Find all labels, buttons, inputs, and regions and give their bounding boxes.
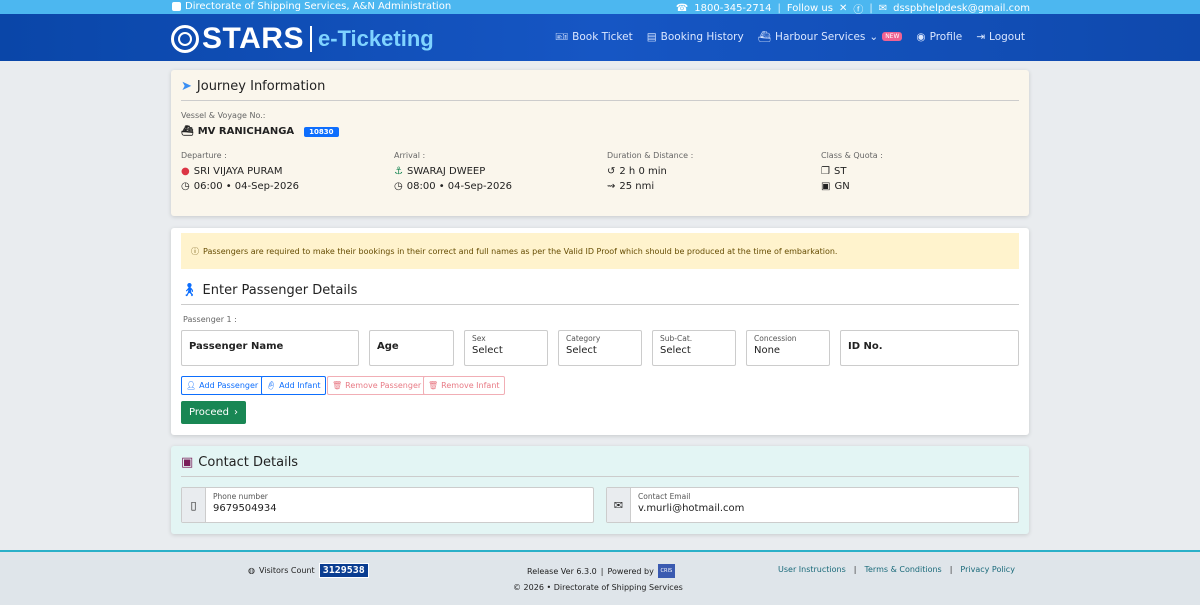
category-select[interactable]: Category Select bbox=[558, 330, 642, 366]
trash-icon: 🗑︎ bbox=[428, 381, 439, 390]
add-infant-button[interactable]: 👶︎ Add Infant bbox=[261, 376, 326, 395]
proceed-button[interactable]: Proceed › bbox=[181, 401, 246, 424]
clock-icon: ◷ bbox=[181, 181, 190, 192]
navigation-arrow-icon: ➤ bbox=[181, 79, 192, 94]
phone-field[interactable]: ▯ Phone number 9679504934 bbox=[181, 487, 594, 523]
walking-luggage-icon: 🚶︎ bbox=[181, 283, 198, 298]
helpline-number[interactable]: 1800-345-2714 bbox=[694, 3, 771, 14]
duration-label: Duration & Distance : bbox=[607, 151, 694, 160]
copy-icon: ❐ bbox=[821, 166, 830, 177]
release-version: Release Ver 6.3.0 bbox=[527, 566, 597, 576]
contact-card: ▣ Contact Details ▯ Phone number 9679504… bbox=[171, 446, 1029, 534]
voyage-number-badge: 10830 bbox=[304, 126, 339, 137]
emblem-icon bbox=[172, 2, 181, 11]
age-input[interactable]: Age bbox=[369, 330, 454, 366]
class-value: ST bbox=[833, 166, 847, 177]
visitors-counter: ◍ Visitors Count 3129538 bbox=[248, 563, 369, 578]
passenger-name-input[interactable]: Passenger Name bbox=[181, 330, 359, 366]
helpdesk-email[interactable]: dsspbhelpdesk@gmail.com bbox=[893, 3, 1030, 14]
passenger-1-label: Passenger 1 : bbox=[183, 315, 237, 324]
map-pin-icon: ● bbox=[181, 166, 190, 177]
nav-booking-history[interactable]: ▤ Booking History bbox=[647, 31, 744, 43]
user-icon: ◉ bbox=[916, 30, 926, 43]
person-icon: 👤︎ bbox=[186, 381, 197, 390]
copyright: © 2026 • Directorate of Shipping Service… bbox=[513, 583, 683, 592]
duration-value: 2 h 0 min bbox=[619, 166, 667, 177]
cris-logo: CRIS bbox=[657, 564, 675, 578]
sex-select[interactable]: Sex Select bbox=[464, 330, 548, 366]
phone-icon: ☎ bbox=[675, 3, 689, 14]
terms-link[interactable]: Terms & Conditions bbox=[864, 565, 941, 574]
history-icon: ↺ bbox=[607, 166, 616, 177]
email-field[interactable]: ✉ Contact Email v.murli@hotmail.com bbox=[606, 487, 1019, 523]
ship-icon: ⛴︎ bbox=[757, 31, 772, 43]
main-navbar: STARS e-Ticketing 🎫︎ Book Ticket ▤ Booki… bbox=[0, 14, 1200, 61]
stars-logo-icon bbox=[171, 25, 199, 53]
footer: ◍ Visitors Count 3129538 Release Ver 6.3… bbox=[0, 550, 1200, 605]
visitors-count-badge: 3129538 bbox=[318, 563, 369, 578]
nav-logout[interactable]: ⇥ Logout bbox=[976, 31, 1025, 43]
id-badge-icon: ▣ bbox=[821, 181, 831, 192]
id-number-input[interactable]: ID No. bbox=[840, 330, 1019, 366]
org-name: Directorate of Shipping Services, A&N Ad… bbox=[185, 1, 452, 12]
history-icon: ▤ bbox=[646, 30, 657, 43]
follow-us-label: Follow us bbox=[786, 3, 833, 14]
class-label: Class & Quota : bbox=[821, 151, 883, 160]
add-passenger-button[interactable]: 👤︎ Add Passenger bbox=[181, 376, 264, 395]
remove-infant-button[interactable]: 🗑︎ Remove Infant bbox=[423, 376, 505, 395]
quota-value: GN bbox=[834, 181, 850, 192]
logout-icon: ⇥ bbox=[976, 30, 986, 43]
passenger-card: ⓘ Passengers are required to make their … bbox=[171, 228, 1029, 435]
nav-harbour-services[interactable]: ⛴︎ Harbour Services ⌄ NEW bbox=[758, 30, 903, 43]
info-icon: ⓘ bbox=[191, 246, 199, 256]
ship-icon: ⛴︎ bbox=[181, 126, 194, 137]
release-info: Release Ver 6.3.0 | Powered by CRIS bbox=[527, 564, 675, 578]
chevron-down-icon: ⌄ bbox=[869, 30, 879, 43]
nav-profile[interactable]: ◉ Profile bbox=[916, 31, 962, 43]
contact-book-icon: ▣ bbox=[181, 455, 194, 470]
chevron-right-icon: › bbox=[234, 407, 238, 418]
departure-time: 06:00 • 04-Sep-2026 bbox=[193, 181, 300, 192]
arrival-time: 08:00 • 04-Sep-2026 bbox=[406, 181, 513, 192]
remove-passenger-button[interactable]: 🗑︎ Remove Passenger bbox=[327, 376, 427, 395]
vessel-name: MV RANICHANGA bbox=[197, 126, 295, 137]
id-proof-alert: ⓘ Passengers are required to make their … bbox=[181, 233, 1019, 269]
departure-label: Departure : bbox=[181, 151, 227, 160]
x-social-icon[interactable]: ✕ bbox=[839, 3, 847, 14]
privacy-link[interactable]: Privacy Policy bbox=[960, 565, 1015, 574]
anchor-icon: ⚓︎ bbox=[394, 166, 403, 177]
contact-title: ▣ Contact Details bbox=[181, 455, 299, 470]
brand-name: STARS bbox=[202, 22, 304, 55]
arrival-place: SWARAJ DWEEP bbox=[406, 166, 486, 177]
globe-icon: ◍ bbox=[248, 566, 255, 575]
new-badge: NEW bbox=[882, 32, 903, 41]
mobile-icon: ▯ bbox=[190, 498, 197, 512]
brand-subtitle: e-Ticketing bbox=[317, 26, 434, 51]
baby-icon: 👶︎ bbox=[266, 381, 277, 390]
vessel-label: Vessel & Voyage No.: bbox=[181, 111, 266, 120]
trash-icon: 🗑︎ bbox=[332, 381, 343, 390]
distance-value: 25 nmi bbox=[619, 181, 655, 192]
brand-logo[interactable]: STARS e-Ticketing bbox=[171, 22, 434, 56]
journey-card: ➤ Journey Information Vessel & Voyage No… bbox=[171, 70, 1029, 216]
journey-title: ➤ Journey Information bbox=[181, 79, 326, 94]
mail-icon: ✉ bbox=[878, 3, 888, 14]
clock-icon: ◷ bbox=[394, 181, 403, 192]
concession-select[interactable]: Concession None bbox=[746, 330, 830, 366]
departure-place: SRI VIJAYA PURAM bbox=[193, 166, 283, 177]
powered-by: Powered by bbox=[607, 566, 654, 576]
arrival-label: Arrival : bbox=[394, 151, 426, 160]
ticket-icon: 🎫︎ bbox=[554, 31, 569, 43]
nav-book-ticket[interactable]: 🎫︎ Book Ticket bbox=[554, 30, 633, 44]
route-icon: ⇝ bbox=[607, 181, 616, 192]
subcategory-select[interactable]: Sub-Cat. Select bbox=[652, 330, 736, 366]
envelope-icon: ✉ bbox=[613, 498, 624, 512]
passenger-title: 🚶︎ Enter Passenger Details bbox=[181, 283, 358, 298]
top-info-bar: Directorate of Shipping Services, A&N Ad… bbox=[0, 0, 1200, 16]
user-instructions-link[interactable]: User Instructions bbox=[778, 565, 846, 574]
